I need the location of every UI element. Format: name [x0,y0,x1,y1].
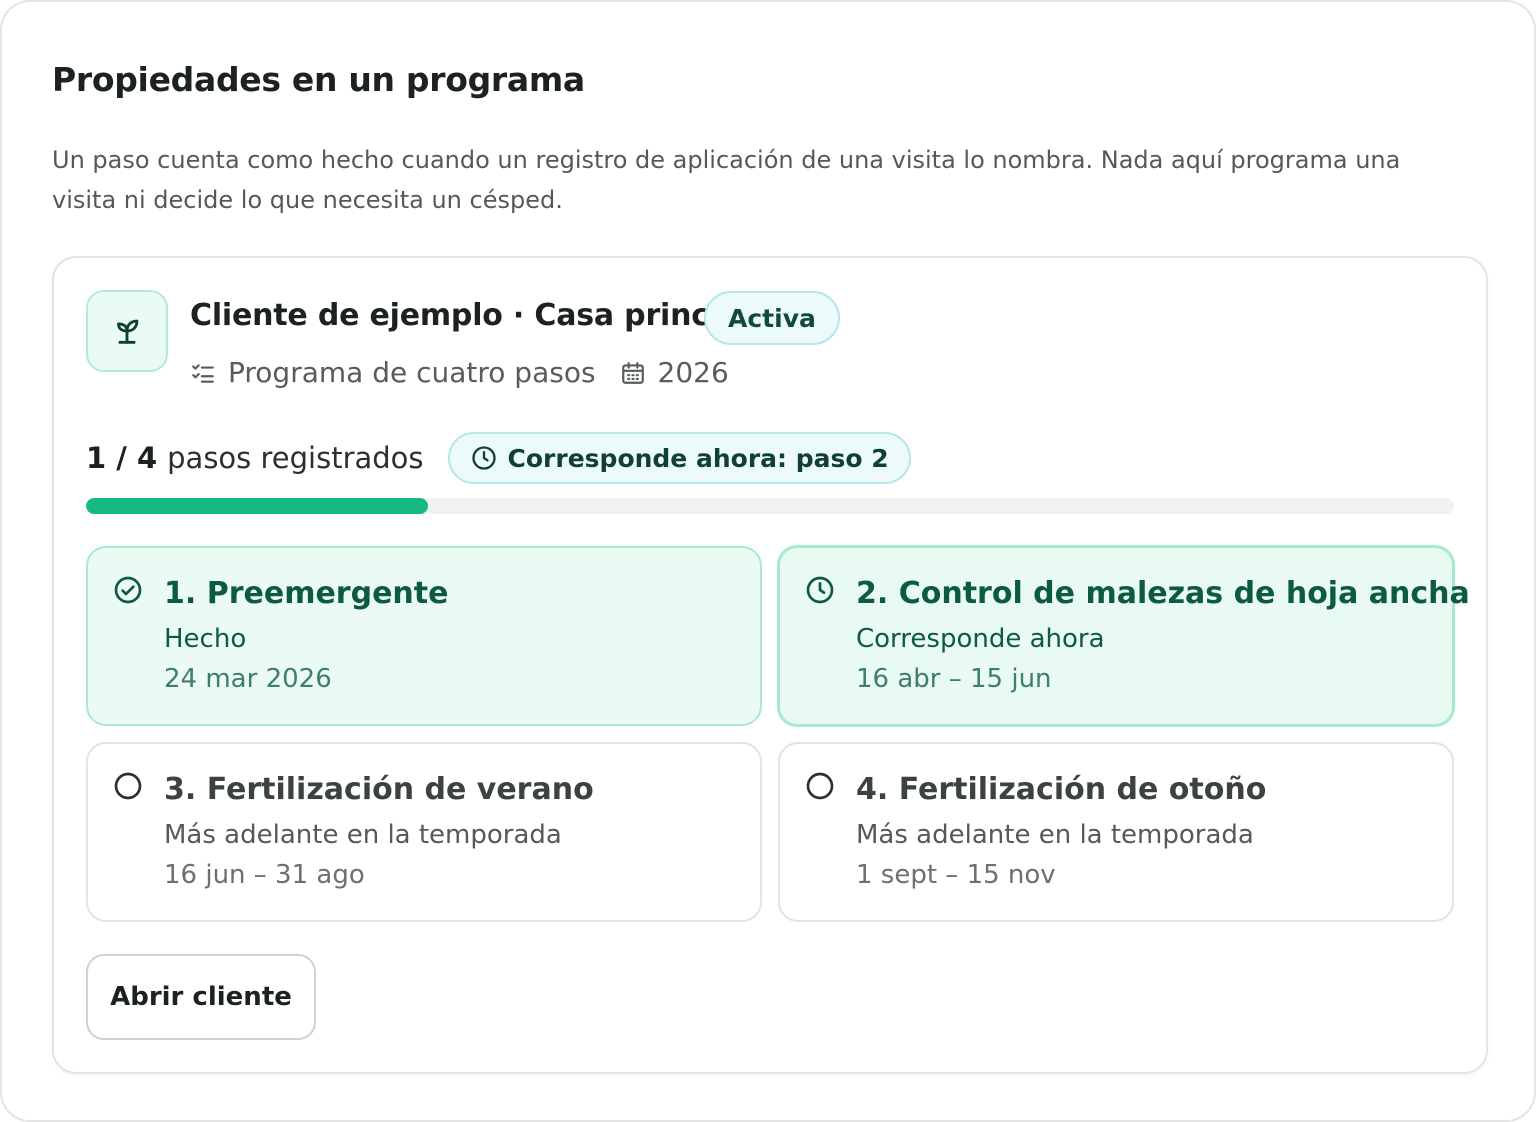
calendar-icon [621,361,644,384]
property-name: Cliente de ejemplo · Casa principal [190,298,771,333]
step-card-4: 4. Fertilización de otoño Más adelante e… [778,742,1454,922]
page-intro: Un paso cuenta como hecho cuando un regi… [52,146,1401,214]
progress-bar-fill [86,498,428,514]
program-meta: Programa de cuatro pasos 2026 [190,356,729,389]
step-title: 4. Fertilización de otoño [856,772,1267,807]
step-title: 3. Fertilización de verano [164,772,594,807]
check-circle-icon [112,574,144,610]
step-card-3: 3. Fertilización de verano Más adelante … [86,742,762,922]
status-badge: Activa [704,291,840,345]
step-status: Hecho [164,624,247,654]
step-status: Más adelante en la temporada [164,820,562,850]
step-title: 1. Preemergente [164,576,449,611]
empty-circle-icon [804,770,836,806]
sprout-icon [86,290,168,372]
step-status: Corresponde ahora [856,624,1105,654]
step-date: 16 abr – 15 jun [856,664,1052,694]
step-card-2: 2. Control de malezas de hoja ancha Corr… [777,545,1470,727]
empty-circle-icon [112,770,144,806]
step-status: Más adelante en la temporada [856,820,1254,850]
clock-icon [804,574,836,610]
progress-count: 1 / 4 [86,441,158,475]
due-now-label: Corresponde ahora: paso 2 [507,443,889,473]
program-year: 2026 [657,356,729,389]
program-panel: Propiedades en un programa Un paso cuent… [0,0,1536,1122]
program-name: Programa de cuatro pasos [228,356,596,389]
progress-summary: 1 / 4 pasos registrados Corresponde ahor… [86,432,911,484]
step-title: 2. Control de malezas de hoja ancha [856,576,1470,611]
progress-bar [86,498,1454,514]
step-date: 1 sept – 15 nov [856,860,1056,890]
step-card-1: 1. Preemergente Hecho 24 mar 2026 [86,546,762,726]
due-now-badge: Corresponde ahora: paso 2 [447,432,911,484]
clock-icon [471,446,496,470]
page-title: Propiedades en un programa [52,60,585,99]
open-client-button[interactable]: Abrir cliente [86,954,316,1040]
step-date: 16 jun – 31 ago [164,860,365,890]
step-date: 24 mar 2026 [164,664,332,694]
property-card: Cliente de ejemplo · Casa principal Acti… [52,256,1488,1074]
checklist-icon [192,363,214,383]
progress-label: pasos registrados [167,441,424,475]
